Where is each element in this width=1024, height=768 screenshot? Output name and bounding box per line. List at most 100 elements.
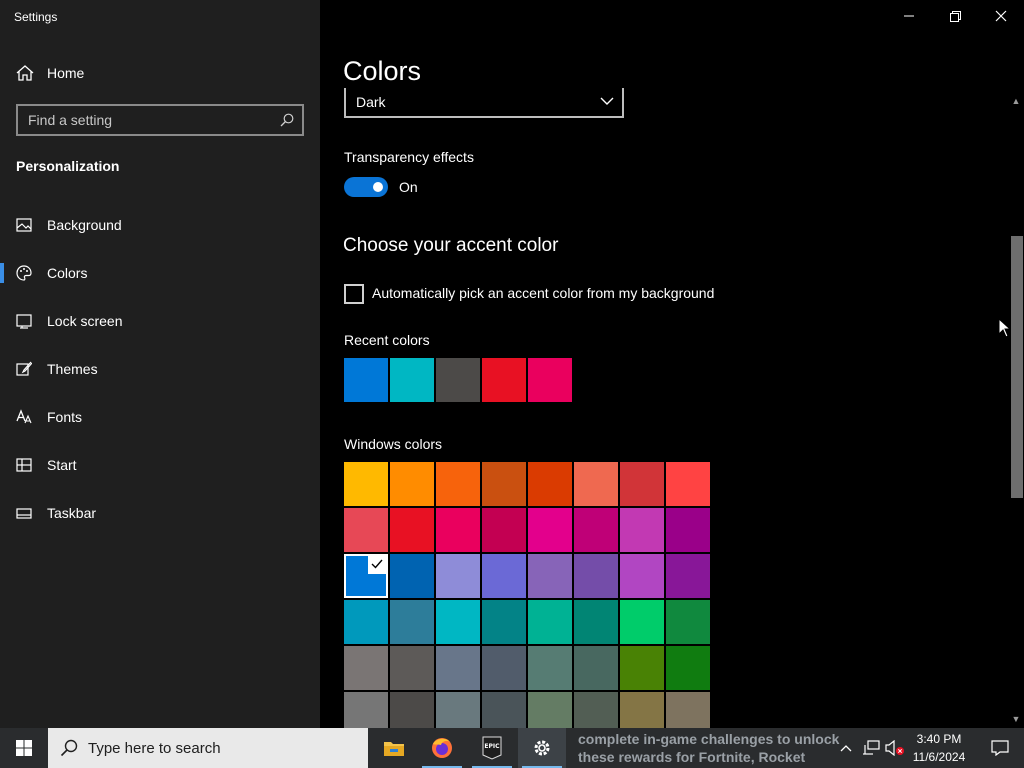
auto-pick-checkbox[interactable] — [344, 284, 364, 304]
windows-color-swatch[interactable] — [482, 600, 526, 644]
news-ticker[interactable]: complete in-game challenges to unlock th… — [578, 730, 843, 768]
taskbar-app-file-explorer[interactable] — [370, 728, 418, 768]
windows-color-swatch[interactable] — [436, 692, 480, 728]
windows-color-swatch[interactable] — [482, 692, 526, 728]
windows-color-swatch[interactable] — [436, 508, 480, 552]
firefox-icon — [432, 738, 452, 758]
taskbar: Type here to search EPIC complete in-gam… — [0, 728, 1024, 768]
sidebar-item-themes[interactable]: Themes — [0, 349, 320, 389]
transparency-state: On — [399, 179, 418, 195]
windows-color-swatch[interactable] — [574, 554, 618, 598]
windows-color-swatch[interactable] — [436, 600, 480, 644]
transparency-toggle[interactable] — [344, 177, 388, 197]
windows-color-swatch[interactable] — [528, 600, 572, 644]
sidebar-item-background[interactable]: Background — [0, 205, 320, 245]
home-nav-item[interactable]: Home — [16, 63, 84, 83]
windows-color-swatch[interactable] — [574, 646, 618, 690]
action-center-button[interactable] — [980, 728, 1020, 768]
windows-color-swatch[interactable] — [620, 692, 664, 728]
windows-color-swatch[interactable] — [390, 692, 434, 728]
recent-color-swatch[interactable] — [436, 358, 480, 402]
windows-color-swatch[interactable] — [528, 508, 572, 552]
windows-color-swatch[interactable] — [574, 462, 618, 506]
windows-color-swatch[interactable] — [436, 554, 480, 598]
recent-color-swatch[interactable] — [390, 358, 434, 402]
find-setting-search — [16, 104, 304, 136]
taskbar-app-firefox[interactable] — [418, 728, 466, 768]
windows-color-swatch[interactable] — [666, 462, 710, 506]
windows-color-swatch[interactable] — [574, 692, 618, 728]
windows-color-swatch[interactable] — [620, 508, 664, 552]
windows-color-swatch[interactable] — [482, 554, 526, 598]
windows-color-swatch[interactable] — [666, 692, 710, 728]
windows-color-swatch[interactable] — [620, 462, 664, 506]
sidebar-item-colors[interactable]: Colors — [0, 253, 320, 293]
sidebar-item-fonts[interactable]: Fonts — [0, 397, 320, 437]
sidebar-item-taskbar[interactable]: Taskbar — [0, 493, 320, 533]
windows-color-swatch[interactable] — [574, 508, 618, 552]
windows-color-swatch[interactable] — [390, 646, 434, 690]
taskbar-clock[interactable]: 3:40 PM 11/6/2024 — [906, 730, 972, 766]
windows-color-swatch[interactable] — [344, 508, 388, 552]
windows-color-swatch[interactable] — [482, 508, 526, 552]
windows-color-swatch[interactable] — [390, 600, 434, 644]
notification-icon — [991, 740, 1009, 756]
windows-color-swatch[interactable] — [436, 462, 480, 506]
color-mode-dropdown[interactable]: Dark — [344, 88, 624, 118]
windows-color-swatch[interactable] — [344, 646, 388, 690]
sidebar-item-start[interactable]: Start — [0, 445, 320, 485]
windows-color-swatch[interactable] — [344, 554, 388, 598]
accent-heading: Choose your accent color — [343, 235, 559, 256]
find-setting-input[interactable] — [18, 106, 268, 134]
restore-button[interactable] — [932, 0, 978, 32]
windows-color-swatch[interactable] — [528, 554, 572, 598]
sidebar-item-lock-screen[interactable]: Lock screen — [0, 301, 320, 341]
scrollbar[interactable]: ▲ ▼ — [1010, 96, 1023, 728]
recent-color-swatch[interactable] — [482, 358, 526, 402]
windows-color-swatch[interactable] — [620, 600, 664, 644]
windows-color-swatch[interactable] — [528, 646, 572, 690]
minimize-button[interactable] — [886, 0, 932, 32]
scroll-up-arrow[interactable]: ▲ — [1010, 96, 1022, 106]
windows-color-swatch[interactable] — [344, 462, 388, 506]
close-button[interactable] — [978, 0, 1024, 32]
windows-color-swatch[interactable] — [390, 554, 434, 598]
start-button[interactable] — [0, 728, 48, 768]
windows-color-swatch[interactable] — [528, 692, 572, 728]
taskbar-search-box[interactable]: Type here to search — [48, 728, 368, 768]
sidebar-item-label: Taskbar — [47, 505, 97, 521]
windows-color-swatch[interactable] — [666, 508, 710, 552]
windows-color-swatch[interactable] — [528, 462, 572, 506]
epic-logo-text: EPIC — [484, 743, 500, 750]
gear-icon — [534, 740, 550, 756]
windows-color-swatch[interactable] — [344, 692, 388, 728]
scroll-down-arrow[interactable]: ▼ — [1010, 714, 1022, 724]
taskbar-app-epic-games[interactable]: EPIC — [468, 728, 516, 768]
show-hidden-icons-button[interactable] — [838, 738, 854, 758]
windows-color-swatch[interactable] — [482, 646, 526, 690]
taskbar-app-settings[interactable] — [518, 728, 566, 768]
recent-colors-row — [344, 358, 574, 402]
recent-color-swatch[interactable] — [528, 358, 572, 402]
recent-color-swatch[interactable] — [344, 358, 388, 402]
windows-color-swatch[interactable] — [390, 508, 434, 552]
windows-color-swatch[interactable] — [666, 646, 710, 690]
network-tray-button[interactable] — [860, 738, 882, 758]
windows-color-swatch[interactable] — [620, 554, 664, 598]
volume-tray-button[interactable] — [884, 738, 906, 758]
windows-color-swatch[interactable] — [666, 600, 710, 644]
mouse-cursor-icon — [998, 318, 1010, 338]
windows-color-swatch[interactable] — [666, 554, 710, 598]
windows-color-swatch[interactable] — [620, 646, 664, 690]
windows-color-swatch[interactable] — [482, 462, 526, 506]
search-icon[interactable] — [280, 113, 294, 127]
windows-color-swatch[interactable] — [390, 462, 434, 506]
color-mode-value: Dark — [356, 94, 386, 110]
windows-color-swatch[interactable] — [574, 600, 618, 644]
windows-color-swatch[interactable] — [344, 600, 388, 644]
lock-screen-icon — [16, 314, 32, 329]
chevron-up-icon — [840, 745, 852, 752]
scrollbar-thumb[interactable] — [1011, 236, 1023, 498]
search-icon — [60, 739, 78, 757]
windows-color-swatch[interactable] — [436, 646, 480, 690]
